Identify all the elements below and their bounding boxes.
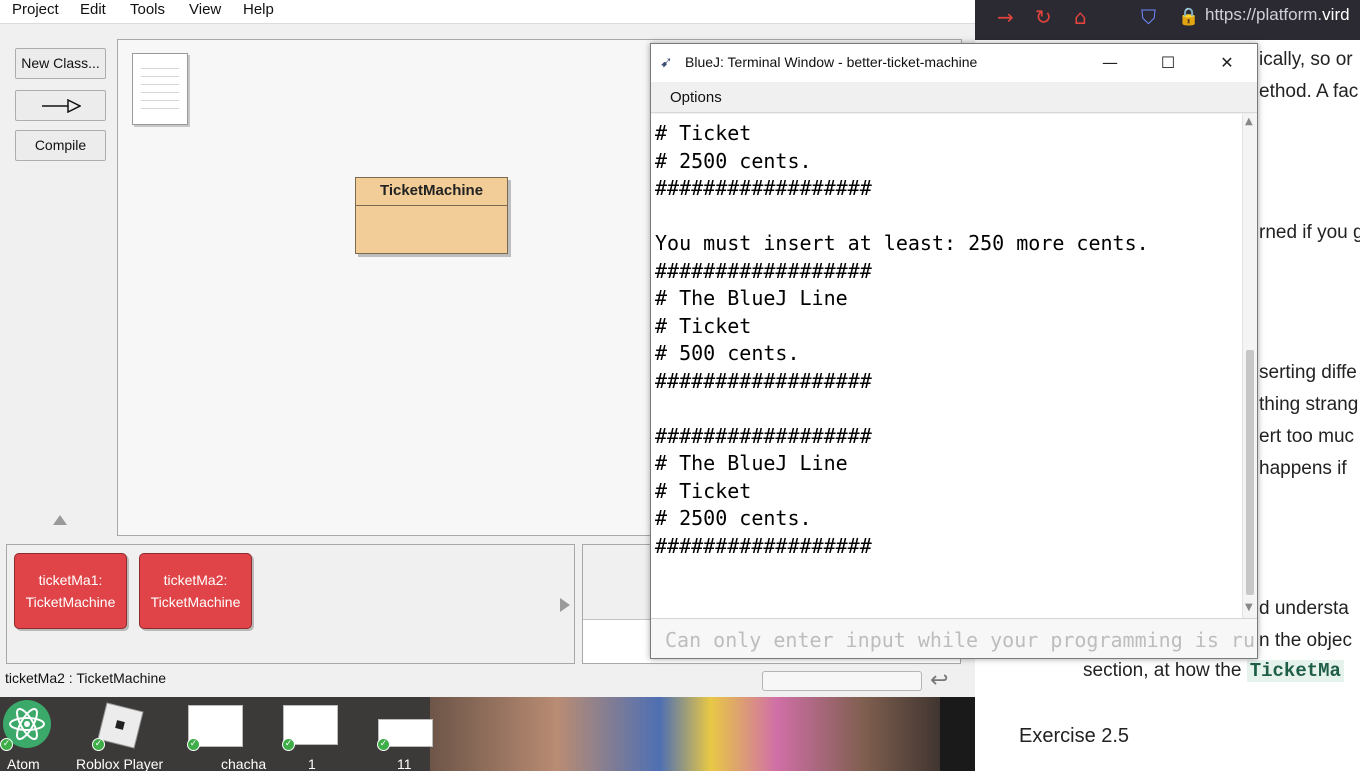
scroll-up-icon[interactable]: ▲ xyxy=(1245,116,1253,127)
menu-project[interactable]: Project xyxy=(12,1,59,18)
menu-help[interactable]: Help xyxy=(243,1,274,18)
terminal-line: # Ticket xyxy=(655,121,752,145)
minimize-icon[interactable]: — xyxy=(1087,49,1133,77)
class-ticketmachine[interactable]: TicketMachine xyxy=(355,177,508,254)
terminal-line: ################## xyxy=(655,533,872,558)
taskbar-label: Roblox Player xyxy=(76,756,164,771)
terminal-line: # Ticket xyxy=(655,478,752,503)
page-text-line: section, at how the TicketMa xyxy=(1083,660,1344,682)
object-name: ticketMa1: xyxy=(38,572,103,588)
page-text-line: ically, so or xyxy=(1259,49,1353,70)
terminal-line: ################## xyxy=(655,176,872,200)
menubar: Project Edit Tools View Help xyxy=(0,0,975,24)
terminal-line: # The BlueJ Line xyxy=(655,286,848,310)
check-icon: ✓ xyxy=(377,738,390,751)
taskbar-label: Atom xyxy=(7,756,40,771)
object-type: TicketMachine xyxy=(150,594,241,610)
page-text-line: happens if xyxy=(1259,458,1347,479)
taskbar-app-11[interactable]: ✓ 11 xyxy=(375,697,435,771)
page-text-line: rned if you g xyxy=(1259,222,1360,243)
progress-bar xyxy=(762,671,922,691)
compile-button[interactable]: Compile xyxy=(15,130,106,161)
maximize-icon[interactable]: ☐ xyxy=(1145,49,1191,77)
terminal-line: # 2500 cents. xyxy=(655,506,812,530)
terminal-input[interactable]: Can only enter input while your programm… xyxy=(651,618,1257,658)
terminal-line: # 2500 cents. xyxy=(655,148,812,173)
taskbar-label: chacha xyxy=(221,756,267,771)
collapse-up-icon[interactable] xyxy=(53,515,67,525)
url-domain: vird xyxy=(1322,5,1350,24)
terminal-line: # The BlueJ Line xyxy=(655,451,848,475)
page-text-line: ert too muc xyxy=(1259,426,1355,447)
object-type: TicketMachine xyxy=(25,594,116,610)
terminal-line: ################## xyxy=(655,423,872,448)
terminal-line: # 500 cents. xyxy=(655,341,800,365)
taskbar-app-roblox[interactable]: ✓ Roblox Player xyxy=(75,697,170,771)
exercise-heading: Exercise 2.5 xyxy=(1019,725,1130,747)
check-icon: ✓ xyxy=(92,738,105,751)
lock-icon: 🔒 xyxy=(1178,7,1200,27)
page-text-line: serting diffe xyxy=(1259,362,1357,383)
terminal-window: ➹ BlueJ: Terminal Window - better-ticket… xyxy=(650,43,1258,659)
url-prefix: https://platform. xyxy=(1205,5,1323,24)
reload-icon[interactable]: ↻ xyxy=(1035,6,1052,28)
expand-right-icon[interactable] xyxy=(560,598,570,612)
terminal-titlebar[interactable]: ➹ BlueJ: Terminal Window - better-ticket… xyxy=(651,44,1257,82)
object-ticketma1[interactable]: ticketMa1: TicketMachine xyxy=(14,553,127,629)
url-bar[interactable]: https://platform.vird xyxy=(1205,5,1350,25)
check-icon: ✓ xyxy=(0,738,13,751)
readme-document-icon[interactable] xyxy=(132,53,188,125)
taskbar-label: 11 xyxy=(397,756,412,771)
object-bench: ticketMa1: TicketMachine ticketMa2: Tick… xyxy=(6,544,575,664)
menu-view[interactable]: View xyxy=(189,1,221,18)
code-chip: TicketMa xyxy=(1246,660,1344,682)
forward-arrow-icon[interactable]: → xyxy=(997,6,1014,28)
new-class-button[interactable]: New Class... xyxy=(15,48,106,79)
check-icon: ✓ xyxy=(187,738,200,751)
wallpaper-edge xyxy=(940,697,975,771)
terminal-input-placeholder: Can only enter input while your programm… xyxy=(665,628,1256,652)
shield-icon[interactable]: ⛉ xyxy=(1141,6,1156,28)
terminal-scrollbar[interactable]: ▲ ▼ xyxy=(1242,114,1257,618)
taskbar-label: 1 xyxy=(308,756,316,771)
page-text-line: thing strang xyxy=(1259,394,1359,415)
terminal-output[interactable]: # Ticket # 2500 cents. #################… xyxy=(651,114,1242,618)
scroll-down-icon[interactable]: ▼ xyxy=(1245,602,1253,613)
terminal-line: # Ticket xyxy=(655,313,752,338)
taskbar: ✓ Atom ✓ Roblox Player ✓ chacha ✓ 1 ✓ 11 xyxy=(0,697,975,771)
taskbar-app-chacha[interactable]: ✓ chacha xyxy=(185,697,266,771)
browser-toolbar: → ↻ ⌂ ⛉ 🔒 https://platform.vird xyxy=(975,0,1360,40)
status-bar-text: ticketMa2 : TicketMachine xyxy=(5,670,167,686)
section-text: section, at how the xyxy=(1083,660,1242,681)
page-text-line: d understa xyxy=(1259,598,1349,619)
terminal-line: ################## xyxy=(655,258,872,283)
check-icon: ✓ xyxy=(282,738,295,751)
terminal-line: ################## xyxy=(655,368,872,393)
scrollbar-thumb[interactable] xyxy=(1246,350,1254,595)
menu-tools[interactable]: Tools xyxy=(130,1,165,18)
arrow-icon xyxy=(41,98,82,114)
object-name: ticketMa2: xyxy=(163,572,228,588)
menu-edit[interactable]: Edit xyxy=(80,1,106,18)
return-icon[interactable]: ↩ xyxy=(930,668,948,693)
menu-options[interactable]: Options xyxy=(670,89,722,106)
wallpaper-photo xyxy=(430,697,940,771)
terminal-title: BlueJ: Terminal Window - better-ticket-m… xyxy=(685,54,978,70)
object-ticketma2[interactable]: ticketMa2: TicketMachine xyxy=(139,553,252,629)
home-icon[interactable]: ⌂ xyxy=(1074,6,1087,28)
new-arrow-button[interactable] xyxy=(15,90,106,121)
close-icon[interactable]: ✕ xyxy=(1204,49,1250,77)
terminal-menubar: Options xyxy=(651,82,1257,113)
class-name-label: TicketMachine xyxy=(356,178,507,206)
page-text-line: n the objec xyxy=(1259,630,1352,651)
taskbar-app-atom[interactable]: ✓ Atom xyxy=(0,697,55,771)
page-text-line: ethod. A fac xyxy=(1259,81,1359,102)
terminal-line: You must insert at least: 250 more cents… xyxy=(655,231,1149,255)
taskbar-app-1[interactable]: ✓ 1 xyxy=(280,697,340,771)
bluej-bird-icon: ➹ xyxy=(660,54,673,71)
